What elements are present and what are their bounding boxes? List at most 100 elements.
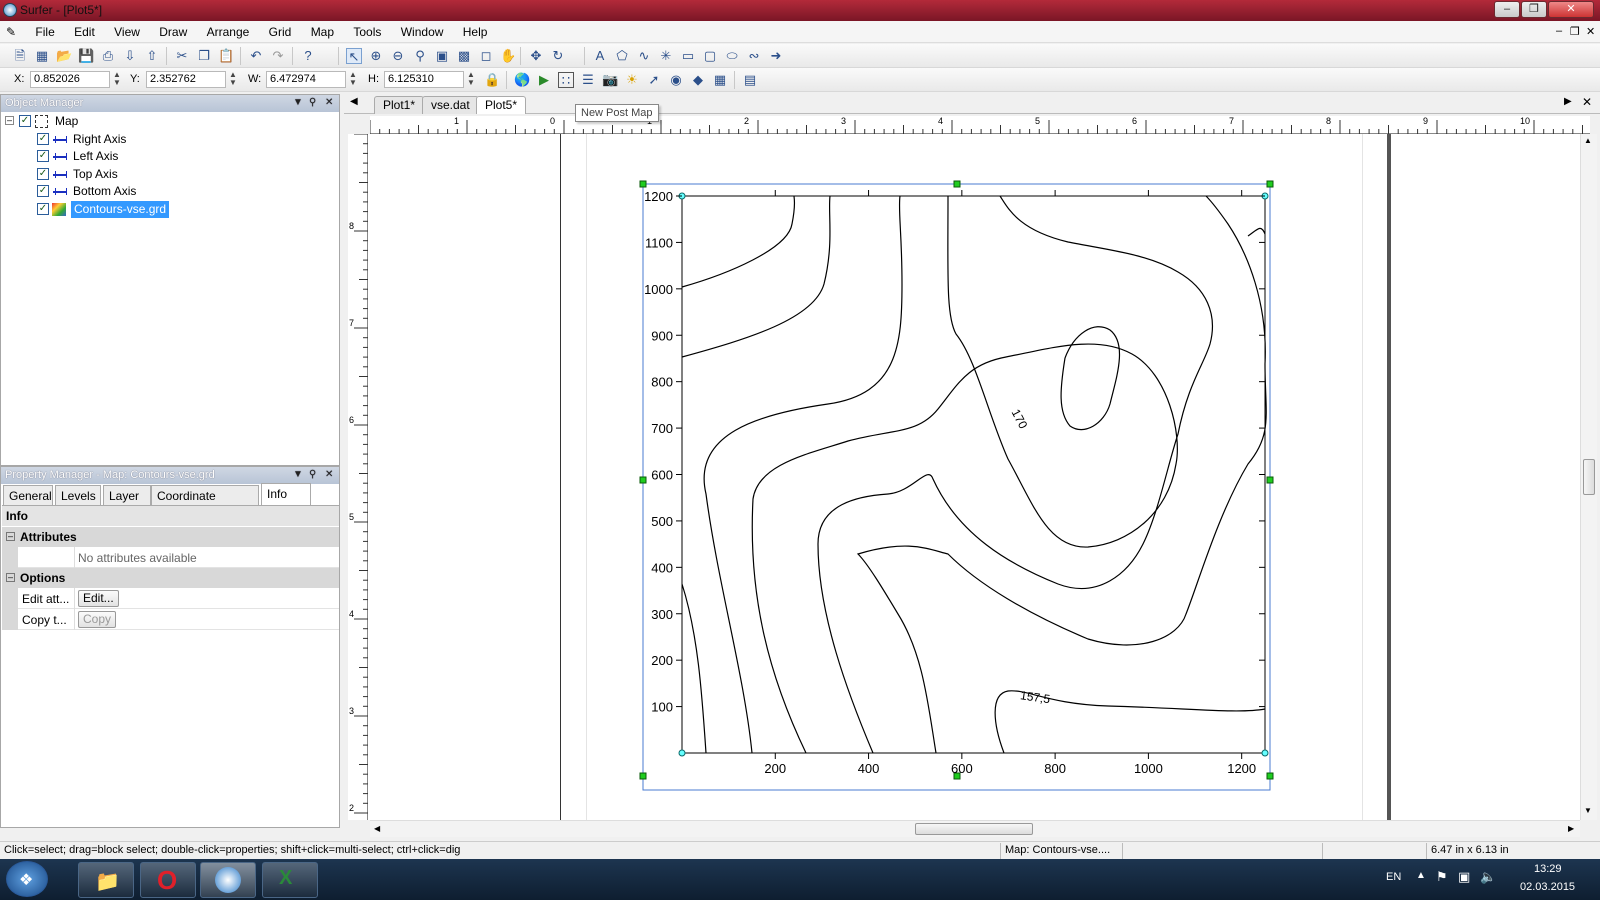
tree-item-bottom-axis[interactable]: ✓ Bottom Axis: [37, 183, 237, 200]
zoom-rect-icon[interactable]: ⚲: [412, 48, 428, 64]
collapse-icon[interactable]: –: [6, 532, 15, 541]
checkbox-icon[interactable]: ✓: [19, 115, 31, 127]
network-icon[interactable]: ▣: [1458, 869, 1470, 885]
attributes-section[interactable]: – Attributes: [2, 527, 339, 547]
checkbox-icon[interactable]: ✓: [37, 133, 49, 145]
vertical-scrollbar[interactable]: ▲ ▼: [1580, 134, 1597, 820]
panel-dropdown-icon[interactable]: ▼: [293, 97, 303, 108]
mdi-close-button[interactable]: ✕: [1586, 25, 1595, 38]
checkbox-icon[interactable]: ✓: [37, 203, 49, 215]
menu-file[interactable]: File: [27, 21, 62, 39]
tree-item-right-axis[interactable]: ✓ Right Axis: [37, 131, 237, 148]
taskbar-surfer[interactable]: [200, 862, 256, 898]
pan-hand-icon[interactable]: ✋: [500, 48, 516, 64]
h-spinner[interactable]: ▲ ▼: [466, 71, 476, 88]
tab-close-icon[interactable]: ✕: [1582, 95, 1592, 109]
ellipse-tool-icon[interactable]: ⬭: [724, 48, 740, 64]
menu-edit[interactable]: Edit: [66, 21, 103, 39]
clock-date[interactable]: 02.03.2015: [1520, 881, 1575, 893]
checkbox-icon[interactable]: ✓: [37, 168, 49, 180]
tab-layer[interactable]: Layer: [103, 485, 151, 505]
panel-close-icon[interactable]: ✕: [325, 97, 333, 108]
mdi-minimize-button[interactable]: –: [1556, 25, 1562, 37]
menu-draw[interactable]: Draw: [151, 21, 195, 39]
clock-time[interactable]: 13:29: [1534, 863, 1562, 875]
redo-icon[interactable]: ↷: [270, 48, 286, 64]
volume-icon[interactable]: 🔈: [1480, 869, 1496, 885]
contour-map-icon[interactable]: ▶: [536, 72, 552, 88]
maximize-button[interactable]: ❐: [1521, 1, 1547, 18]
cut-icon[interactable]: ✂: [174, 48, 190, 64]
zoom-out-icon[interactable]: ⊖: [390, 48, 406, 64]
tab-scroll-right-icon[interactable]: ▶: [1564, 96, 1572, 107]
wireframe-icon[interactable]: ◉: [668, 72, 684, 88]
menu-window[interactable]: Window: [393, 21, 452, 39]
menu-app-icon[interactable]: ✎: [0, 21, 24, 39]
close-button[interactable]: ✕: [1548, 1, 1594, 18]
tab-vse-dat[interactable]: vse.dat: [422, 96, 479, 114]
tree-item-top-axis[interactable]: ✓ Top Axis: [37, 166, 237, 183]
copy-icon[interactable]: ❐: [196, 48, 212, 64]
new-plot-icon[interactable]: 🗎: [12, 48, 28, 64]
checkbox-icon[interactable]: ✓: [37, 185, 49, 197]
import-icon[interactable]: ⇩: [122, 48, 138, 64]
select-tool-icon[interactable]: ↖: [346, 48, 362, 64]
tab-plot1[interactable]: Plot1*: [374, 96, 425, 114]
action-center-icon[interactable]: ⚑: [1436, 869, 1448, 885]
help-pointer-icon[interactable]: ?: [300, 48, 316, 64]
classed-post-map-icon[interactable]: ☰: [580, 72, 596, 88]
scroll-right-icon[interactable]: ▶: [1568, 824, 1574, 833]
y-field[interactable]: 2.352762: [146, 71, 226, 88]
trackball-icon[interactable]: ✥: [528, 48, 544, 64]
scroll-thumb[interactable]: [1583, 459, 1595, 495]
w-field[interactable]: 6.472974: [266, 71, 346, 88]
horizontal-scrollbar[interactable]: ◀ ▶: [370, 820, 1580, 837]
print-icon[interactable]: ⎙: [100, 48, 116, 64]
menu-view[interactable]: View: [106, 21, 148, 39]
tab-scroll-left-icon[interactable]: ◀: [350, 96, 358, 107]
spline-tool-icon[interactable]: ∾: [746, 48, 762, 64]
plot-canvas[interactable]: 170 157,5 1200 1100 1000 900 800 700 600 500 400…: [368, 134, 1588, 820]
post-map-icon[interactable]: ∷: [558, 72, 574, 88]
h-field[interactable]: 6.125310: [384, 71, 464, 88]
polygon-tool-icon[interactable]: ⬠: [614, 48, 630, 64]
image-map-icon[interactable]: 📷: [602, 72, 618, 88]
start-button[interactable]: ❖: [6, 861, 48, 897]
3d-view-icon[interactable]: ▦: [712, 72, 728, 88]
polyline-tool-icon[interactable]: ∿: [636, 48, 652, 64]
tree-item-map[interactable]: – ✓ Map: [5, 113, 205, 130]
zoom-selected-icon[interactable]: ▩: [456, 48, 472, 64]
tab-plot5[interactable]: Plot5*: [476, 96, 527, 114]
edit-attributes-button[interactable]: Edit...: [78, 590, 119, 607]
taskbar-opera[interactable]: O: [140, 862, 196, 898]
x-field[interactable]: 0.852026: [30, 71, 110, 88]
zoom-page-icon[interactable]: ◻: [478, 48, 494, 64]
menu-tools[interactable]: Tools: [345, 21, 389, 39]
y-spinner[interactable]: ▲ ▼: [228, 71, 238, 88]
panel-pin-icon[interactable]: ⚲: [309, 97, 316, 108]
open-icon[interactable]: 📂: [56, 48, 72, 64]
rectangle-tool-icon[interactable]: ▭: [680, 48, 696, 64]
rotate-icon[interactable]: ↻: [550, 48, 566, 64]
tab-levels[interactable]: Levels: [55, 485, 101, 505]
panel-dropdown-icon[interactable]: ▼: [293, 469, 303, 480]
vector-map-icon[interactable]: ➚: [646, 72, 662, 88]
taskbar-excel[interactable]: X: [262, 862, 318, 898]
taskbar-explorer[interactable]: 📁: [78, 862, 134, 898]
language-indicator[interactable]: EN: [1386, 871, 1401, 883]
tab-info[interactable]: Info: [261, 483, 311, 505]
reshape-tool-icon[interactable]: ➜: [768, 48, 784, 64]
export-icon[interactable]: ⇧: [144, 48, 160, 64]
text-tool-icon[interactable]: A: [592, 48, 608, 64]
scroll-up-icon[interactable]: ▲: [1584, 136, 1592, 145]
minimize-button[interactable]: –: [1494, 1, 1520, 18]
base-map-icon[interactable]: 🌎: [514, 72, 530, 88]
scroll-down-icon[interactable]: ▼: [1584, 806, 1592, 815]
collapse-icon[interactable]: –: [6, 573, 15, 582]
menu-arrange[interactable]: Arrange: [199, 21, 258, 39]
tab-coordinate-system[interactable]: Coordinate System: [151, 485, 259, 517]
scroll-left-icon[interactable]: ◀: [374, 824, 380, 833]
shaded-relief-icon[interactable]: ☀: [624, 72, 640, 88]
menu-help[interactable]: Help: [455, 21, 496, 39]
scale-bar-icon[interactable]: ▤: [742, 72, 758, 88]
